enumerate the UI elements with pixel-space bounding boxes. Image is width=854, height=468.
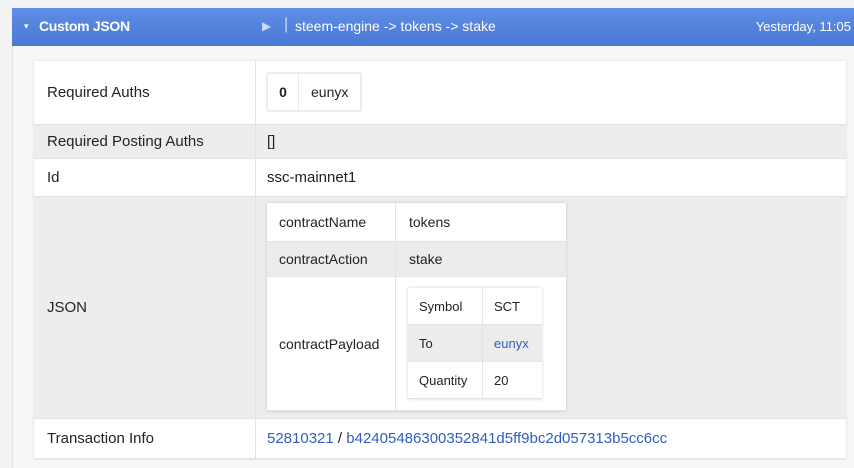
row-id: Id ssc-mainnet1 — [34, 158, 846, 197]
row-required-posting-auths: Required Posting Auths [] — [34, 124, 846, 159]
collapse-caret-icon[interactable]: ▾ — [24, 21, 29, 32]
list-index: 0 — [267, 73, 299, 112]
transaction-info-label: Transaction Info — [34, 418, 256, 459]
row-transaction-info: Transaction Info 52810321 / b42405486300… — [34, 418, 846, 459]
payload-row-to: To eunyx — [408, 324, 542, 363]
id-value: ssc-mainnet1 — [255, 158, 846, 197]
contract-payload-value: Symbol SCT To eunyx Quantity 20 — [395, 276, 566, 412]
play-icon[interactable]: ▶ — [262, 19, 271, 33]
contract-action-value: stake — [395, 241, 566, 278]
json-row-contract-action: contractAction stake — [267, 241, 566, 278]
contract-action-key: contractAction — [267, 241, 396, 278]
row-required-auths: Required Auths 0 eunyx — [34, 61, 846, 125]
required-auths-label: Required Auths — [34, 61, 256, 125]
payload-row-symbol: Symbol SCT — [408, 288, 542, 326]
to-account-link-text[interactable]: eunyx — [494, 336, 529, 351]
symbol-value: SCT — [482, 288, 542, 326]
transaction-id-link[interactable]: b42405486300352841d5ff9bc2d057313b5cc6cc — [346, 430, 667, 447]
block-number-link[interactable]: 52810321 — [267, 430, 334, 447]
quantity-value: 20 — [482, 361, 542, 400]
list-value: eunyx — [297, 73, 362, 112]
symbol-key: Symbol — [408, 288, 483, 326]
json-table: contractName tokens contractAction stake… — [267, 202, 566, 412]
contract-name-value: tokens — [395, 202, 566, 243]
json-value: contractName tokens contractAction stake… — [255, 196, 846, 419]
contract-payload-key: contractPayload — [267, 276, 396, 412]
id-label: Id — [34, 158, 256, 197]
operation-header[interactable]: ▾ Custom JSON ▶ | steem-engine -> tokens… — [12, 8, 854, 46]
operation-path: steem-engine -> tokens -> stake — [295, 18, 496, 34]
row-json: JSON contractName tokens contractAction … — [34, 196, 846, 419]
quantity-key: Quantity — [408, 361, 483, 400]
json-row-contract-payload: contractPayload Symbol SCT To eunyx Quan… — [267, 276, 566, 412]
operation-timestamp: Yesterday, 11:05 — [755, 19, 851, 34]
transaction-info-slash: / — [337, 429, 343, 447]
required-posting-auths-label: Required Posting Auths — [34, 124, 256, 159]
contract-name-key: contractName — [267, 202, 396, 243]
json-label: JSON — [34, 196, 256, 419]
to-account-link[interactable]: eunyx — [482, 324, 542, 363]
operation-title: Custom JSON — [39, 18, 130, 34]
json-row-contract-name: contractName tokens — [267, 202, 566, 243]
required-auths-list: 0 eunyx — [267, 73, 362, 112]
required-posting-auths-value: [] — [255, 124, 846, 159]
header-separator: | — [284, 16, 289, 33]
required-auths-value: 0 eunyx — [255, 61, 846, 125]
transaction-info-value: 52810321 / b42405486300352841d5ff9bc2d05… — [255, 418, 846, 459]
to-key: To — [408, 324, 483, 363]
list-item: 0 eunyx — [267, 73, 362, 112]
operation-details-table: Required Auths 0 eunyx Required Posting … — [34, 61, 846, 459]
payload-table: Symbol SCT To eunyx Quantity 20 — [408, 288, 542, 400]
payload-row-quantity: Quantity 20 — [408, 361, 542, 400]
